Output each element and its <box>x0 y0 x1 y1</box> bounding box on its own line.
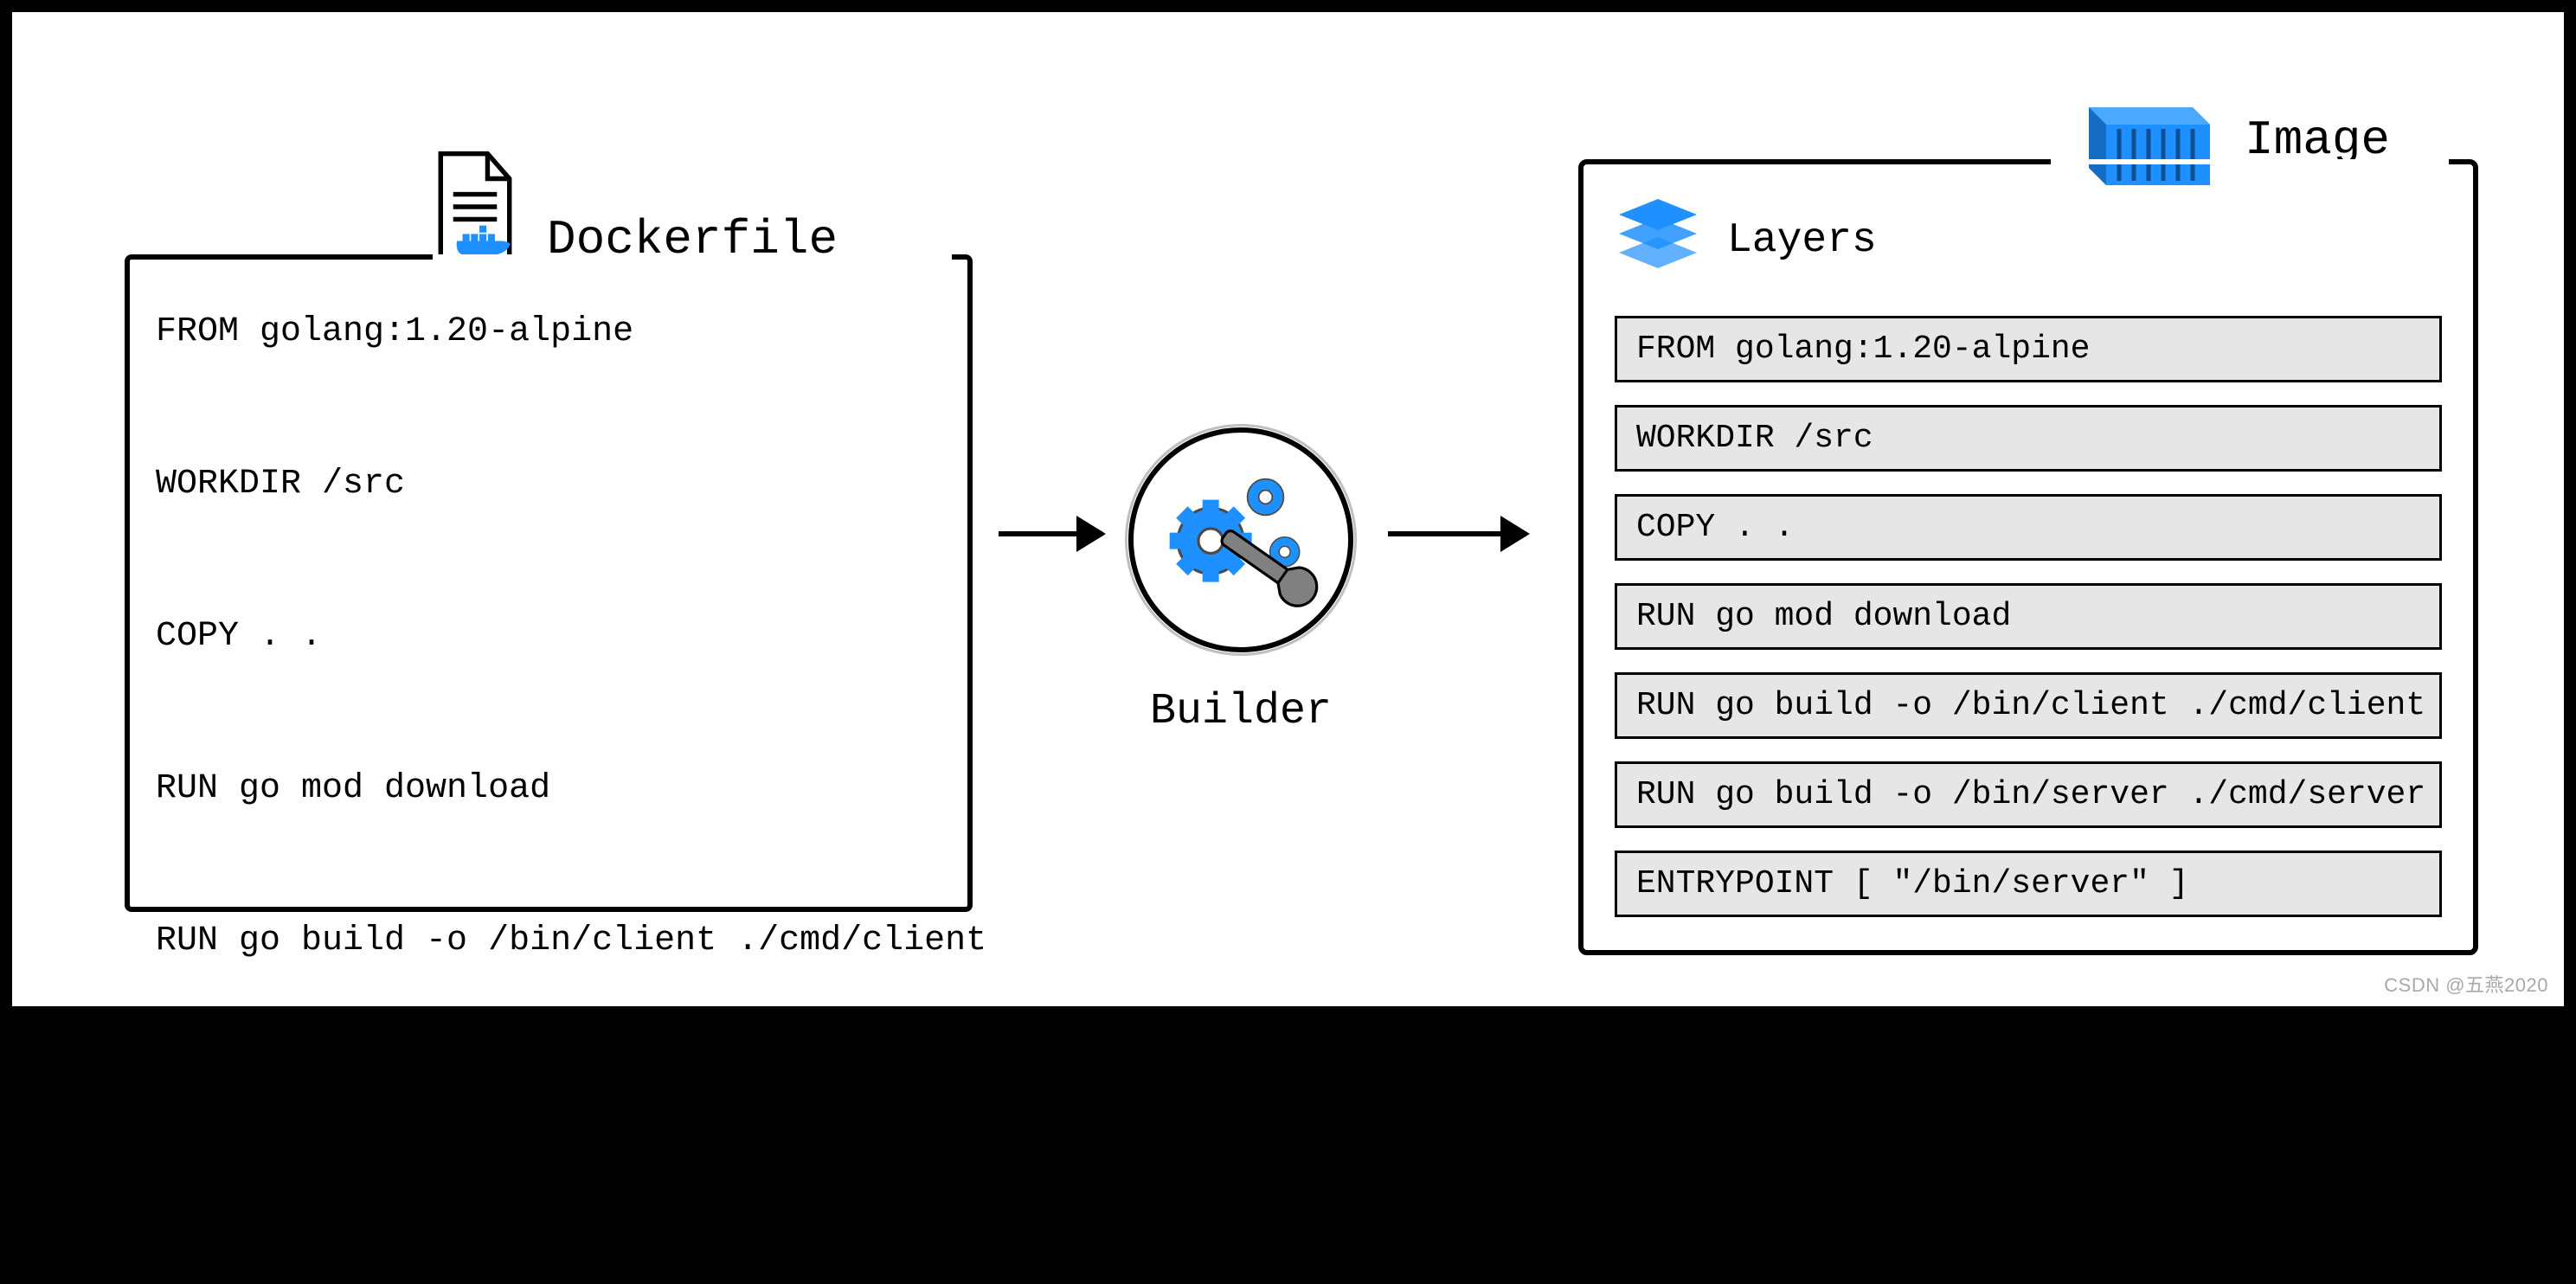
dockerfile-panel: FROM golang:1.20-alpine WORKDIR /src COP… <box>125 254 973 912</box>
arrow-to-image-icon <box>1388 531 1526 536</box>
dockerfile-code: FROM golang:1.20-alpine WORKDIR /src COP… <box>156 294 941 1284</box>
layer-row: FROM golang:1.20-alpine <box>1615 316 2442 382</box>
layer-row: RUN go build -o /bin/server ./cmd/server <box>1615 761 2442 828</box>
layers-heading: Layers <box>1615 199 2442 281</box>
builder-label: Builder <box>1128 687 1353 736</box>
diagram-canvas: Dockerfile FROM golang:1.20-alpine WORKD… <box>0 0 2576 1018</box>
layer-row: WORKDIR /src <box>1615 405 2442 472</box>
layer-row: COPY . . <box>1615 494 2442 561</box>
file-icon <box>427 151 523 267</box>
layers-stack-icon <box>1615 199 1701 281</box>
layer-row: ENTRYPOINT [ "/bin/server" ] <box>1615 851 2442 917</box>
layers-title: Layers <box>1727 217 1877 264</box>
layer-row: RUN go mod download <box>1615 583 2442 650</box>
watermark-text: CSDN @五燕2020 <box>2384 970 2548 998</box>
builder-node <box>1128 427 1353 652</box>
gears-icon <box>1159 456 1323 625</box>
image-panel: Layers FROM golang:1.20-alpine WORKDIR /s… <box>1578 159 2478 955</box>
arrow-to-builder-icon <box>999 531 1102 536</box>
layer-row: RUN go build -o /bin/client ./cmd/client <box>1615 672 2442 739</box>
dockerfile-heading: Dockerfile <box>427 151 855 267</box>
layers-list: FROM golang:1.20-alpine WORKDIR /src COPY … <box>1615 316 2442 917</box>
